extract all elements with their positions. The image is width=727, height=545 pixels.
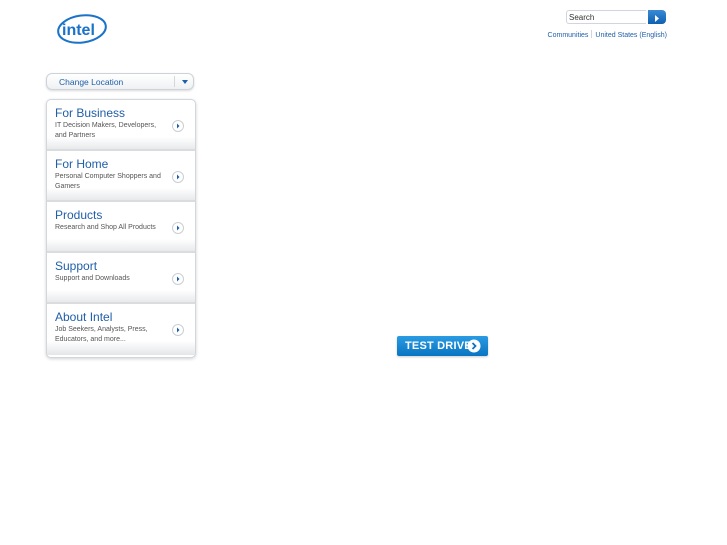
menu-item-desc: Research and Shop All Products: [55, 224, 156, 231]
chevron-right-icon: [172, 324, 184, 336]
dropdown-divider: [174, 76, 175, 87]
search-input[interactable]: [566, 10, 646, 24]
menu-item-support[interactable]: Support Support and Downloads: [47, 253, 195, 304]
search-button[interactable]: [648, 10, 666, 24]
chevron-right-icon: [172, 273, 184, 285]
change-location-dropdown[interactable]: Change Location: [46, 73, 194, 90]
chevron-right-icon: [172, 120, 184, 132]
test-drive-label: TEST DRIVE: [405, 340, 472, 352]
menu-item-home[interactable]: For Home Personal Computer Shoppers and …: [47, 151, 195, 202]
menu-item-desc: IT Decision Makers, Developers, and Part…: [55, 122, 157, 139]
menu-item-title: For Home: [55, 157, 109, 171]
menu-item-title: For Business: [55, 106, 126, 120]
chevron-right-icon: [467, 339, 481, 353]
test-drive-button[interactable]: TEST DRIVE: [397, 336, 488, 356]
logo-text: intel: [62, 22, 95, 39]
menu-item-desc: Personal Computer Shoppers and Gamers: [55, 173, 161, 190]
menu-item-business[interactable]: For Business IT Decision Makers, Develop…: [47, 100, 195, 151]
menu-item-desc: Job Seekers, Analysts, Press, Educators,…: [55, 326, 148, 343]
audience-menu: For Business IT Decision Makers, Develop…: [46, 99, 196, 358]
intel-logo[interactable]: intel: [56, 12, 108, 46]
communities-link[interactable]: Communities: [548, 32, 589, 39]
menu-item-products[interactable]: Products Research and Shop All Products: [47, 202, 195, 253]
top-links: Communities United States (English): [548, 30, 667, 39]
chevron-right-icon: [172, 222, 184, 234]
menu-item-title: Products: [55, 208, 103, 222]
link-divider: [591, 30, 593, 38]
search-box: [566, 10, 666, 26]
chevron-right-icon: [172, 171, 184, 183]
menu-item-title: Support: [55, 259, 98, 273]
menu-item-about[interactable]: About Intel Job Seekers, Analysts, Press…: [47, 304, 195, 355]
chevron-down-icon: [182, 80, 188, 84]
change-location-label: Change Location: [59, 77, 124, 87]
menu-item-desc: Support and Downloads: [55, 275, 130, 282]
locale-link[interactable]: United States (English): [595, 32, 667, 39]
search-arrow-icon: [655, 15, 659, 22]
menu-item-title: About Intel: [55, 310, 113, 324]
